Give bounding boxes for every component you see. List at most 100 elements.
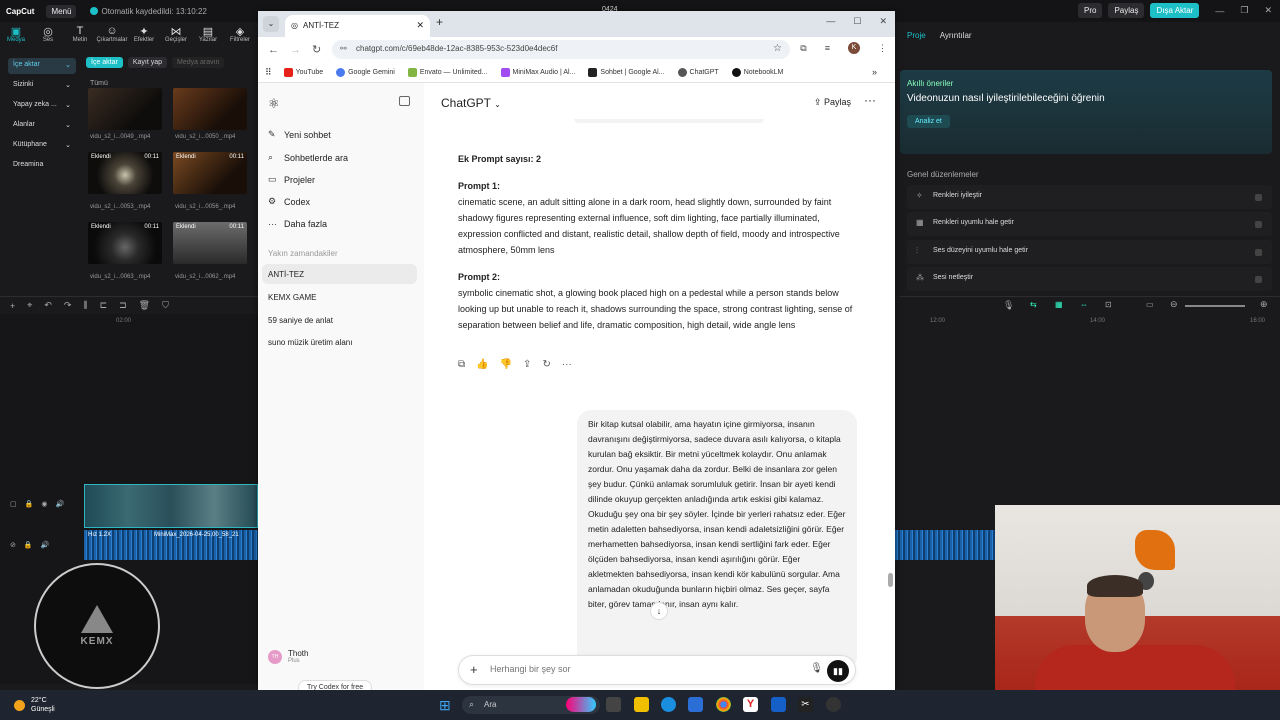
side-yours[interactable]: Sizinki ⌄ — [8, 78, 76, 94]
audio-track[interactable] — [895, 530, 995, 560]
bookmark-notebooklm[interactable]: NotebookLM — [731, 67, 783, 77]
attach-plus-icon[interactable]: + — [470, 662, 478, 677]
maximize-icon[interactable]: ☐ — [853, 16, 861, 27]
mail-icon[interactable] — [688, 697, 703, 712]
copy-icon[interactable]: ⧉ — [458, 359, 465, 370]
redo-icon[interactable]: ↷ — [64, 300, 72, 311]
bookmark-chatgpt[interactable]: ChatGPT — [677, 67, 719, 77]
adjust-match-colors[interactable]: ▦ Renkleri uyumlu hale getir — [907, 212, 1272, 236]
volume-icon[interactable]: 🔊 — [41, 541, 50, 549]
cover-icon[interactable]: ▢ — [10, 500, 17, 508]
bookmark-youtube[interactable]: YouTube — [283, 67, 323, 77]
media-clip[interactable]: Eklendi 00:11 — [173, 222, 247, 264]
weather-widget[interactable]: 22°C Güneşli — [14, 696, 55, 714]
browser-tab[interactable]: ◎ ANTİ-TEZ ✕ — [285, 15, 430, 37]
zoom-out-icon[interactable]: ⊖ — [1170, 299, 1178, 310]
side-library[interactable]: Kütüphane ⌄ — [8, 138, 76, 154]
toggle[interactable] — [1255, 221, 1262, 228]
magnet-icon[interactable]: ▦ — [1055, 300, 1063, 309]
export-button[interactable]: Dışa Aktar — [1150, 3, 1200, 18]
split-right-icon[interactable]: ⊐ — [119, 300, 127, 311]
search-highlight-icon[interactable] — [566, 697, 596, 712]
media-clip[interactable]: Eklendi 00:11 — [88, 152, 162, 194]
tool-media[interactable]: ▣ Medya — [0, 22, 32, 50]
analyze-button[interactable]: Analiz et — [907, 115, 950, 128]
snap-icon[interactable]: ⇆ — [1030, 300, 1037, 309]
adjust-clarify-voice[interactable]: ⁂ Sesi netleştir — [907, 267, 1272, 291]
tab-search-icon[interactable]: ⌄ — [263, 16, 279, 32]
capcut-taskbar-icon[interactable] — [771, 697, 786, 712]
preview-icon[interactable]: ⊡ — [1105, 300, 1112, 309]
mic-icon[interactable]: 🎙 — [810, 663, 823, 674]
tool-effects[interactable]: ✦ Efektler — [128, 22, 160, 50]
tool-captions[interactable]: ▤ Yazılar — [192, 22, 224, 50]
more-options-icon[interactable]: ··· — [864, 93, 876, 107]
side-dreamina[interactable]: Dreamina — [8, 158, 76, 174]
new-tab-icon[interactable]: + — [436, 15, 443, 29]
zoom-slider[interactable] — [1185, 305, 1245, 307]
tool-text[interactable]: T Metin — [64, 22, 96, 50]
audio-track[interactable]: Hız 1.2X MiniMax_2026-04-25,00_58_21 — [84, 530, 258, 560]
profile-avatar[interactable]: K — [848, 42, 860, 54]
split-icon[interactable]: ⫼ — [83, 300, 87, 311]
zoom-in-icon[interactable]: ⊕ — [1260, 299, 1268, 310]
side-import[interactable]: İçe aktar ⌄ — [8, 58, 76, 74]
toggle[interactable] — [1255, 194, 1262, 201]
tool-stickers[interactable]: ☺ Çıkartmalar — [96, 22, 128, 50]
forward-icon[interactable]: → — [290, 44, 302, 56]
bookmark-ai-studio[interactable]: Sohbet | Google Al... — [588, 67, 665, 77]
share-button[interactable]: ⇪ Paylaş — [814, 97, 851, 108]
bookmark-minimax[interactable]: MiniMax Audio | Al... — [500, 67, 575, 77]
apps-grid-icon[interactable]: ⠿ — [265, 67, 272, 78]
close-tab-icon[interactable]: ✕ — [416, 20, 424, 31]
chat-item-kemx-game[interactable]: KEMX GAME — [262, 287, 417, 307]
chrome-icon[interactable] — [716, 697, 731, 712]
link-icon[interactable]: ⇔ — [1080, 300, 1088, 309]
chat-item-anti-tez[interactable]: ANTİ-TEZ — [262, 264, 417, 284]
nav-new-chat[interactable]: ✎ Yeni sohbet — [268, 129, 331, 140]
file-explorer-icon[interactable] — [634, 697, 649, 712]
share-button[interactable]: Paylaş — [1108, 3, 1145, 18]
site-info-icon[interactable]: ⚯ — [340, 44, 347, 53]
select-icon[interactable]: ⌖ — [27, 300, 32, 311]
tool-transitions[interactable]: ⋈ Geçişler — [160, 22, 192, 50]
nav-search-chats[interactable]: ⌕ Sohbetlerde ara — [268, 152, 348, 163]
windows-start-icon[interactable]: ⊞ — [439, 697, 451, 714]
lock-icon[interactable]: 🔒 — [25, 500, 34, 508]
nav-more[interactable]: ··· Daha fazla — [268, 219, 327, 229]
kebab-menu-icon[interactable]: ⋮ — [878, 43, 887, 54]
toggle[interactable] — [1255, 276, 1262, 283]
link-icon[interactable]: ⊘ — [10, 541, 16, 549]
mic-icon[interactable]: 🎙 — [1003, 300, 1014, 311]
chat-item-59-saniye[interactable]: 59 saniye de anlat — [262, 310, 417, 330]
sidebar-toggle-icon[interactable] — [399, 96, 410, 106]
edge-icon[interactable] — [661, 697, 676, 712]
tool-audio[interactable]: ◎ Ses — [32, 22, 64, 50]
tab-project[interactable]: Proje — [907, 31, 926, 40]
more-bookmarks-icon[interactable]: » — [872, 67, 877, 77]
media-clip[interactable]: Eklendi 00:11 — [173, 152, 247, 194]
extensions-icon[interactable]: ⧉ — [800, 43, 806, 54]
split-left-icon[interactable]: ⊏ — [100, 300, 108, 311]
tab-details[interactable]: Ayrıntılar — [940, 31, 972, 40]
shield-icon[interactable]: ⛉ — [162, 300, 169, 311]
obs-icon[interactable] — [826, 697, 841, 712]
bookmark-gemini[interactable]: Google Gemini — [336, 67, 395, 77]
yandex-icon[interactable]: Y — [743, 697, 758, 712]
model-selector[interactable]: ChatGPT ⌄ — [441, 96, 501, 110]
chat-item-suno[interactable]: suno müzik üretim alanı — [262, 332, 417, 352]
user-profile[interactable]: TH Thoth Plus — [268, 649, 308, 664]
scroll-down-icon[interactable]: ↓ — [650, 602, 668, 620]
minimize-icon[interactable]: — — [826, 16, 835, 27]
record-button[interactable]: Kayıt yap — [127, 57, 168, 68]
reload-icon[interactable]: ↻ — [312, 43, 324, 56]
pro-button[interactable]: Pro — [1078, 3, 1103, 18]
caption-icon[interactable]: ▭ — [1146, 300, 1154, 309]
bookmark-star-icon[interactable]: ☆ — [773, 43, 782, 54]
task-view-icon[interactable] — [606, 697, 621, 712]
eye-icon[interactable]: ◉ — [41, 500, 47, 508]
side-ai[interactable]: Yapay zeka ... ⌄ — [8, 98, 76, 114]
openai-logo-icon[interactable]: ⚛ — [268, 96, 280, 112]
delete-icon[interactable]: 🗑 — [139, 300, 150, 311]
video-track[interactable] — [84, 484, 258, 528]
